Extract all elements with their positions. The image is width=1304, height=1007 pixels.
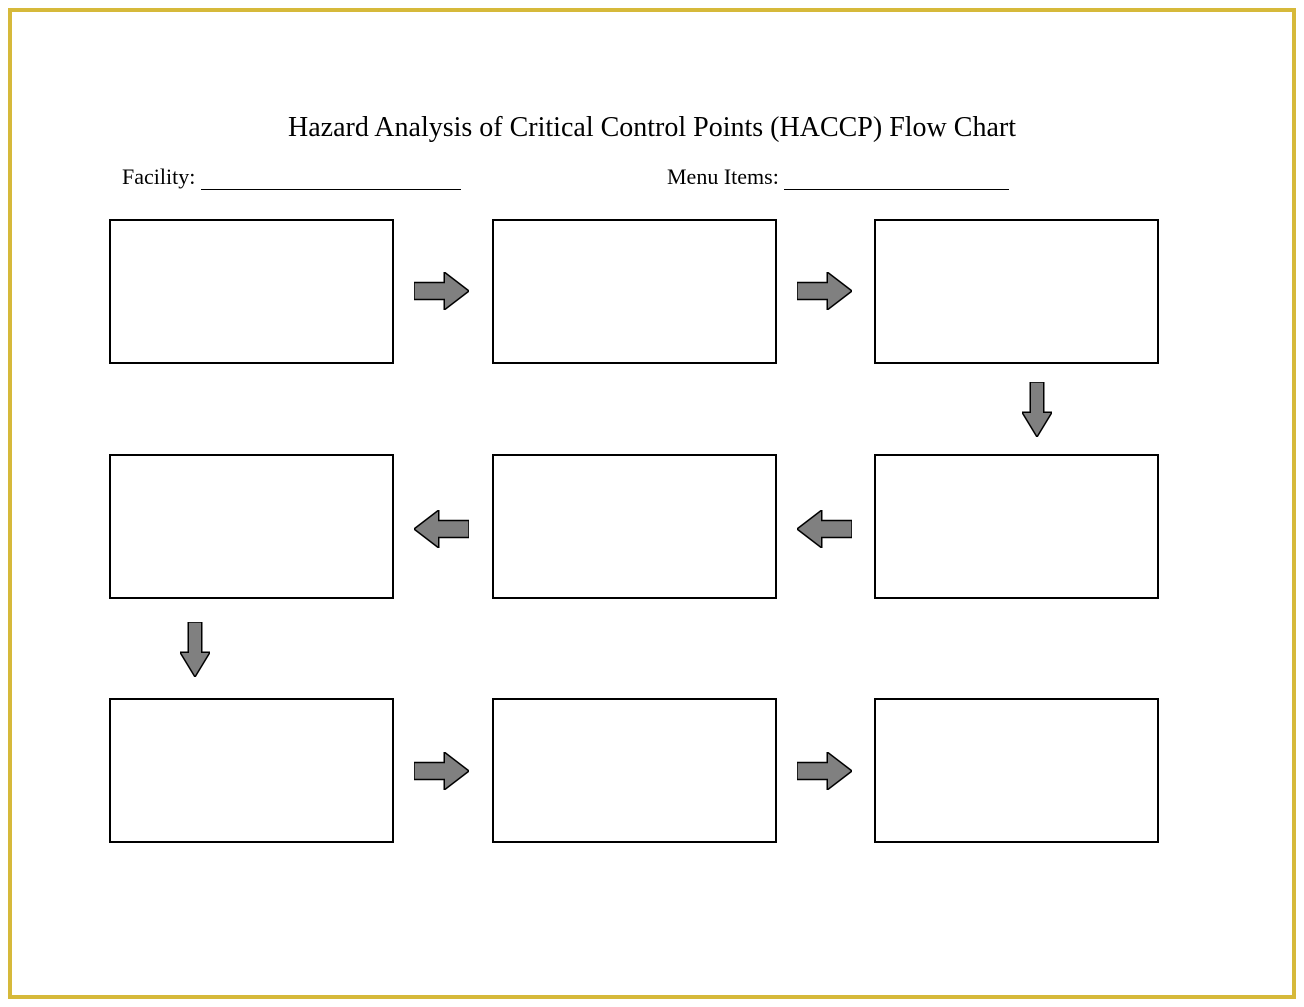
flow-box-9 — [874, 698, 1159, 843]
arrow-right-icon — [797, 752, 852, 790]
flow-box-7 — [109, 698, 394, 843]
arrow-left-icon — [414, 510, 469, 548]
facility-label: Facility: — [122, 164, 195, 189]
facility-underline — [201, 170, 461, 190]
flow-box-8 — [492, 698, 777, 843]
menu-items-field: Menu Items: — [667, 164, 1009, 190]
arrow-right-icon — [414, 752, 469, 790]
menu-items-underline — [784, 170, 1009, 190]
arrow-down-icon — [1022, 382, 1052, 437]
menu-items-label: Menu Items: — [667, 164, 779, 189]
flow-box-3 — [874, 219, 1159, 364]
document-frame: Hazard Analysis of Critical Control Poin… — [8, 8, 1296, 999]
flow-box-1 — [109, 219, 394, 364]
arrow-right-icon — [797, 272, 852, 310]
document-title: Hazard Analysis of Critical Control Poin… — [12, 112, 1292, 144]
arrow-down-icon — [180, 622, 210, 677]
flow-box-6 — [109, 454, 394, 599]
facility-field: Facility: — [122, 164, 461, 190]
arrow-right-icon — [414, 272, 469, 310]
flow-box-2 — [492, 219, 777, 364]
arrow-left-icon — [797, 510, 852, 548]
flow-box-4 — [874, 454, 1159, 599]
flow-box-5 — [492, 454, 777, 599]
